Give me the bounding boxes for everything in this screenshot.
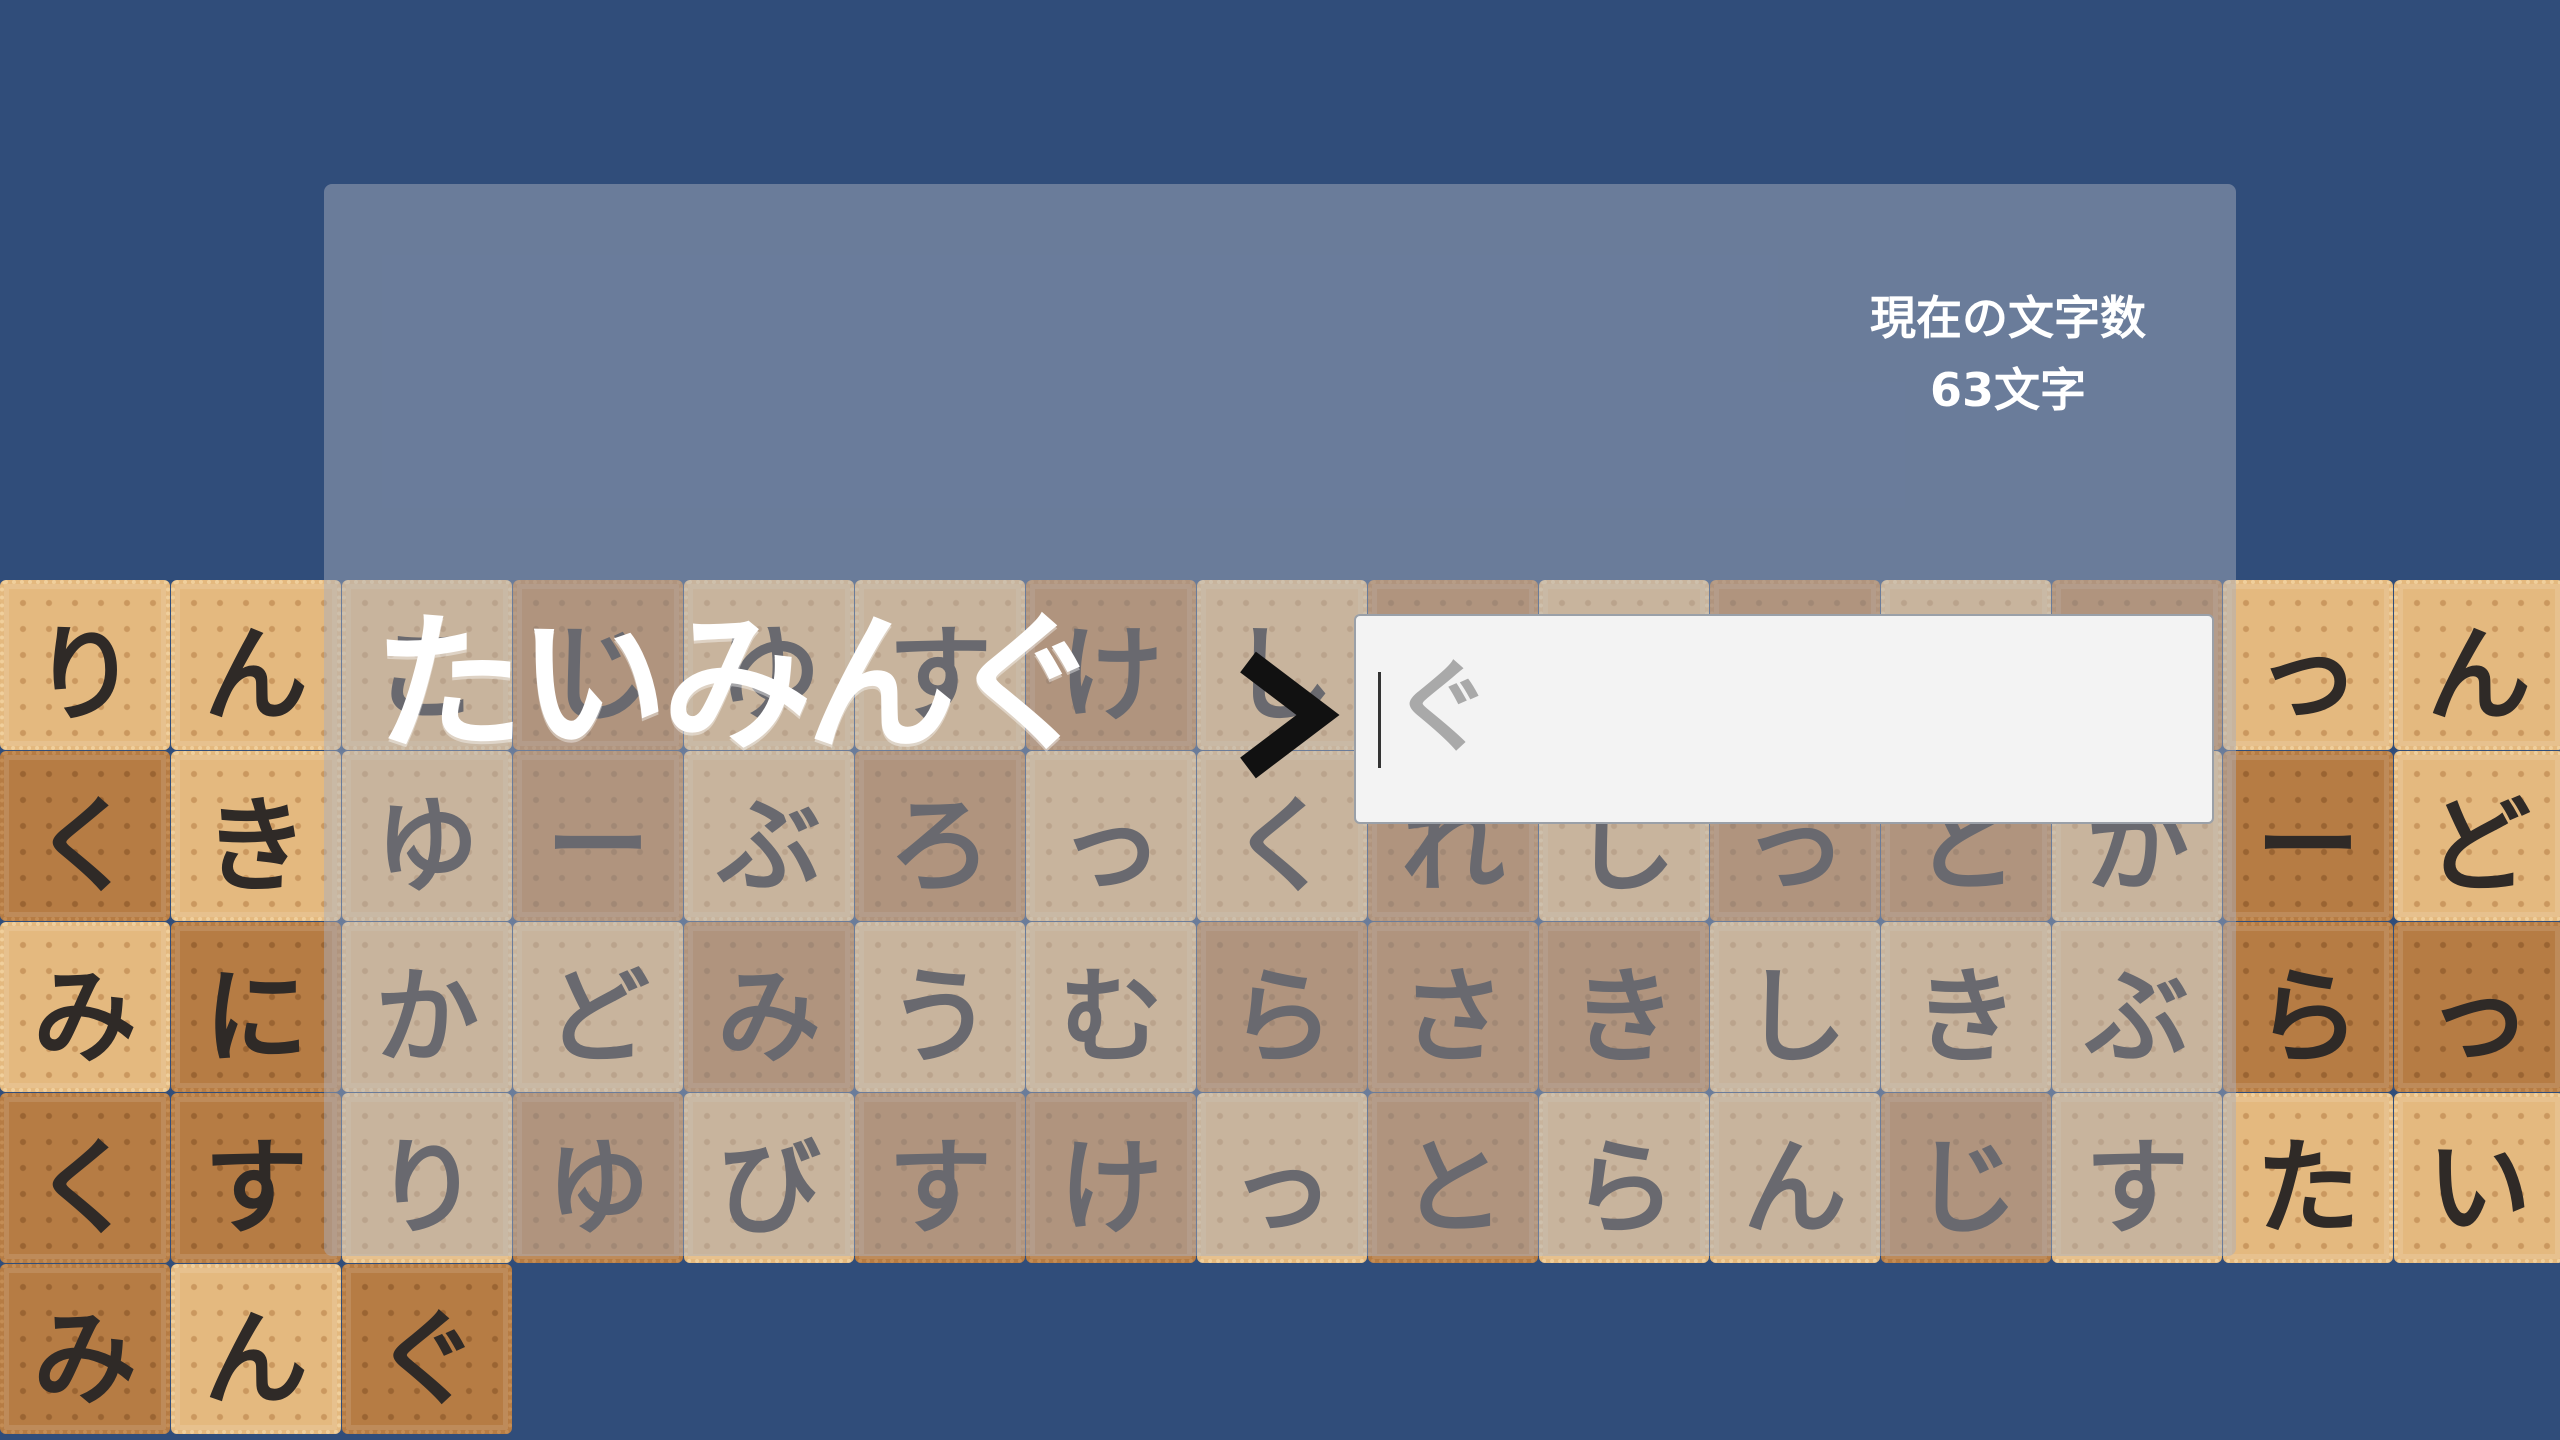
tile-3-0: く (0, 1093, 170, 1263)
game-stage: りんこじゆすけしゆうりんびっんくきゆーぶろっくれしっとかーどみにかどみうむらさき… (0, 0, 2560, 1440)
tile-3-13: た (2223, 1093, 2393, 1263)
tile-3-1: す (171, 1093, 341, 1263)
input-placeholder: ぐ (1392, 649, 1492, 766)
tile-2-14: っ (2394, 922, 2560, 1092)
tile-1-1: き (171, 751, 341, 921)
tile-3-14: い (2394, 1093, 2560, 1263)
tile-0-13: っ (2223, 580, 2393, 750)
tile-2-13: ら (2223, 922, 2393, 1092)
tile-2-1: に (171, 922, 341, 1092)
tile-1-0: く (0, 751, 170, 921)
tile-0-1: ん (171, 580, 341, 750)
tile-1-13: ー (2223, 751, 2393, 921)
character-counter-value: 63文字 (1929, 363, 2086, 417)
prompt-word: たいみんぐ (374, 598, 1100, 772)
tile-4-2: ぐ (342, 1264, 512, 1434)
answer-input[interactable]: ぐ (1354, 614, 2214, 824)
text-caret (1378, 672, 1381, 768)
tile-0-0: り (0, 580, 170, 750)
chevron-right-icon (1240, 651, 1340, 779)
tile-4-1: ん (171, 1264, 341, 1434)
tile-0-14: ん (2394, 580, 2560, 750)
tile-4-0: み (0, 1264, 170, 1434)
tile-2-0: み (0, 922, 170, 1092)
character-counter: 現在の文字数 63文字 (1870, 282, 2146, 426)
character-counter-label: 現在の文字数 (1870, 291, 2146, 345)
tile-1-14: ど (2394, 751, 2560, 921)
